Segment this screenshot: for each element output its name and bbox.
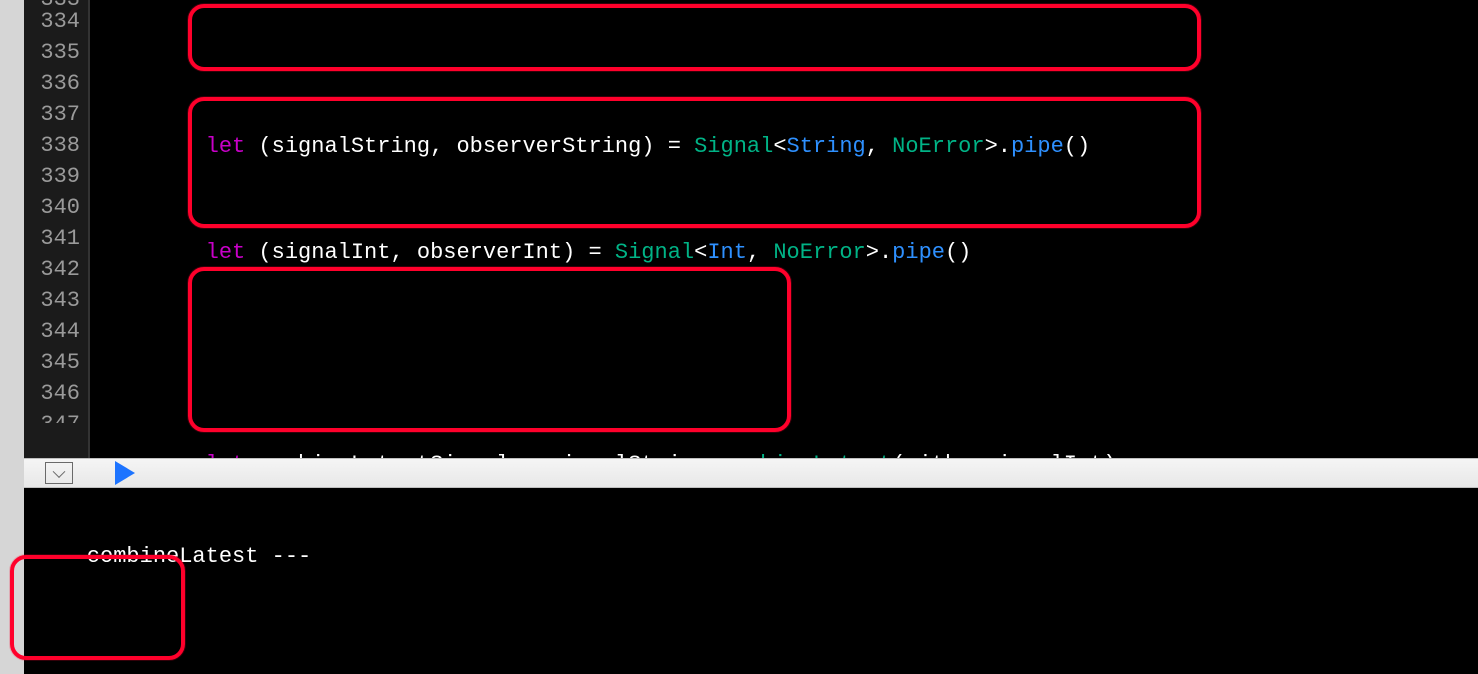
chevron-down-icon: [45, 462, 73, 484]
console-line: --- combineLatest ---: [34, 542, 1468, 572]
debug-toolbar: [24, 458, 1478, 488]
line-number: 340: [24, 192, 80, 223]
line-number: 345: [24, 347, 80, 378]
line-number: 347: [40, 412, 80, 423]
console-output[interactable]: --- combineLatest --- ("B", 1) ("C", 1) …: [24, 488, 1478, 674]
play-icon: [115, 461, 135, 485]
line-number: 343: [24, 285, 80, 316]
line-number: 335: [24, 37, 80, 68]
code-line[interactable]: let (signalString, observerString) = Sig…: [100, 131, 1478, 162]
line-number: 338: [24, 130, 80, 161]
code-line[interactable]: [100, 343, 1478, 374]
code-content[interactable]: let (signalString, observerString) = Sig…: [90, 0, 1478, 458]
code-line[interactable]: let (signalInt, observerInt) = Signal<In…: [100, 237, 1478, 268]
code-editor[interactable]: 333 334 335 336 337 338 339 340 341 342 …: [24, 0, 1478, 458]
line-number: 344: [24, 316, 80, 347]
line-number: 342: [24, 254, 80, 285]
line-number: 339: [24, 161, 80, 192]
line-number-gutter: 333 334 335 336 337 338 339 340 341 342 …: [24, 0, 90, 458]
run-button[interactable]: [110, 459, 140, 487]
line-number: 346: [24, 378, 80, 409]
window-left-edge: [0, 0, 24, 674]
line-number: 336: [24, 68, 80, 99]
line-number: 334: [24, 6, 80, 37]
code-line[interactable]: let combineLatestSignal = signalString.c…: [100, 449, 1478, 458]
console-toggle-button[interactable]: [44, 459, 74, 487]
line-number: 337: [24, 99, 80, 130]
line-number: 341: [24, 223, 80, 254]
